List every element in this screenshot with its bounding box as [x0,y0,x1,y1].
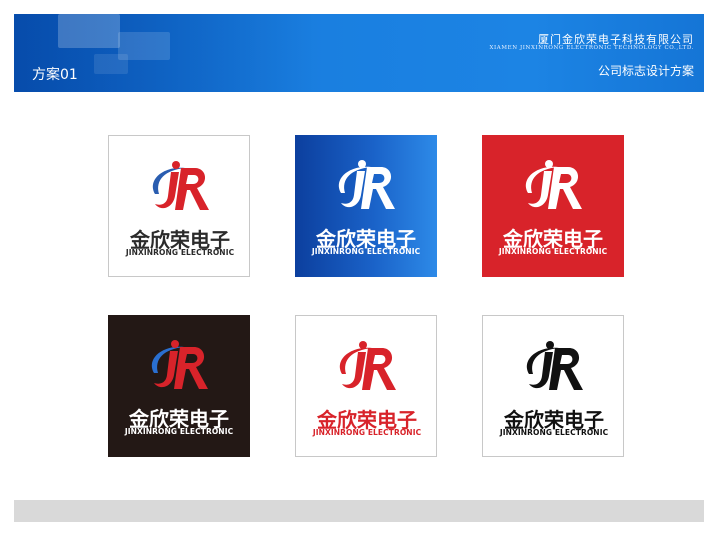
page-subtitle: 公司标志设计方案 [597,64,694,78]
logo-tile-red-mono: 金欣荣电子 JINXINRONG ELECTRONIC [295,315,437,457]
jr-logo-mark-icon [151,340,208,389]
logo-letter-j-dot [172,161,180,169]
banner-decoration [58,14,120,48]
logo-tile-blue: 金欣荣电子 JINXINRONG ELECTRONIC [295,135,437,277]
logo-wordmark-en: JINXINRONG ELECTRONIC [311,247,421,256]
banner-decoration [94,54,128,74]
logo-letter-j-dot [545,160,553,168]
logo-letter-r [362,348,396,390]
jr-logo-mark-icon [152,161,209,210]
logo-letter-r [549,348,583,390]
logo-wordmark-en: JINXINRONG ELECTRONIC [498,247,608,256]
logo-tile-black: 金欣荣电子 JINXINRONG ELECTRONIC [108,315,250,457]
logo-letter-j-dot [546,341,554,349]
jr-logo-mark-icon [339,341,396,390]
logo-letter-j-dot [358,160,366,168]
logo-wordmark-en: JINXINRONG ELECTRONIC [125,248,235,257]
logo-letter-r [174,347,208,389]
header-banner: 方案01 厦门金欣荣电子科技有限公司 XIAMEN JINXINRONG ELE… [14,14,704,92]
company-name-en: XIAMEN JINXINRONG ELECTRONIC TECHNOLOGY … [489,45,694,51]
logo-wordmark-en: JINXINRONG ELECTRONIC [312,428,422,437]
logo-tile-red: 金欣荣电子 JINXINRONG ELECTRONIC [482,135,624,277]
jr-logo-mark-icon [338,160,395,209]
footer-bar [14,500,704,522]
logo-letter-j-dot [171,340,179,348]
logo-letter-r [175,168,209,210]
logo-wordmark-en: JINXINRONG ELECTRONIC [499,428,609,437]
logo-letter-r [361,167,395,209]
logo-wordmark-en: JINXINRONG ELECTRONIC [124,427,234,436]
logo-tile-full-color: 金欣荣电子 JINXINRONG ELECTRONIC [108,135,250,277]
jr-logo-mark-icon [526,341,583,390]
jr-logo-mark-icon [525,160,582,209]
logo-letter-r [548,167,582,209]
scheme-label: 方案01 [32,67,78,83]
logo-tile-black-mono: 金欣荣电子 JINXINRONG ELECTRONIC [482,315,624,457]
logo-letter-j-dot [359,341,367,349]
